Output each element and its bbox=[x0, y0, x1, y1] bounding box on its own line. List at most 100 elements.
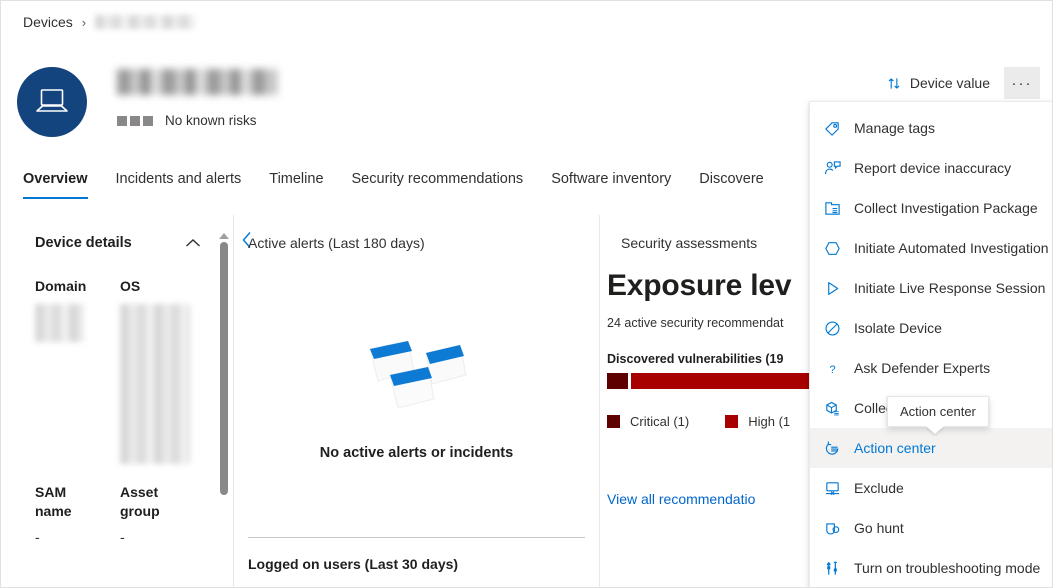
tab-software-inventory[interactable]: Software inventory bbox=[551, 171, 671, 199]
device-detail-domain: Domain bbox=[35, 277, 103, 469]
detail-value: - bbox=[35, 529, 103, 545]
risk-level-blocks-icon bbox=[117, 116, 153, 126]
device-header-meta: No known risks bbox=[117, 67, 277, 128]
tooltip-text: Action center bbox=[900, 404, 976, 419]
detail-label: SAM name bbox=[35, 483, 103, 521]
menu-item-label: Turn on troubleshooting mode bbox=[854, 560, 1040, 576]
tab-label: Incidents and alerts bbox=[116, 171, 242, 187]
person-feedback-icon bbox=[822, 160, 842, 177]
menu-item-ask-defender-experts[interactable]: ? Ask Defender Experts bbox=[810, 348, 1053, 388]
tab-label: Software inventory bbox=[551, 171, 671, 187]
device-details-header: Device details bbox=[35, 215, 201, 251]
action-center-icon bbox=[822, 440, 842, 457]
play-triangle-icon bbox=[822, 280, 842, 297]
laptop-icon bbox=[34, 87, 70, 117]
scroll-up-arrow-icon[interactable] bbox=[219, 233, 229, 239]
hexagon-icon bbox=[822, 240, 842, 257]
legend-swatch-critical bbox=[607, 415, 620, 428]
svg-text:?: ? bbox=[829, 363, 835, 375]
menu-item-turn-on-troubleshooting-mode[interactable]: Turn on troubleshooting mode bbox=[810, 548, 1053, 588]
block-circle-icon bbox=[822, 320, 842, 337]
detail-value-redacted bbox=[35, 304, 84, 342]
menu-item-label: Report device inaccuracy bbox=[854, 160, 1011, 176]
go-hunt-icon bbox=[822, 520, 842, 537]
device-page: Devices › No known risks bbox=[0, 0, 1053, 588]
package-icon bbox=[822, 400, 842, 417]
device-header: No known risks bbox=[17, 67, 277, 137]
breadcrumb-item-devices[interactable]: Devices bbox=[23, 14, 73, 30]
collect-package-icon bbox=[822, 200, 842, 217]
exclude-device-icon bbox=[822, 480, 842, 497]
tab-label: Timeline bbox=[269, 171, 323, 187]
tab-timeline[interactable]: Timeline bbox=[269, 171, 323, 199]
troubleshooting-icon bbox=[822, 560, 842, 577]
menu-item-initiate-automated-investigation[interactable]: Initiate Automated Investigation bbox=[810, 228, 1053, 268]
tab-list: Overview Incidents and alerts Timeline S… bbox=[23, 171, 792, 199]
menu-item-report-device-inaccuracy[interactable]: Report device inaccuracy bbox=[810, 148, 1053, 188]
more-actions-button[interactable]: ··· bbox=[1004, 67, 1040, 99]
detail-label: OS bbox=[120, 277, 188, 296]
breadcrumb-item-device-redacted[interactable] bbox=[95, 15, 195, 29]
device-details-title: Device details bbox=[35, 235, 132, 251]
device-actions-menu: Manage tags Report device inaccuracy Col… bbox=[809, 101, 1053, 588]
sort-arrows-icon bbox=[887, 76, 902, 91]
tab-discovered[interactable]: Discovere bbox=[699, 171, 763, 199]
tab-label: Overview bbox=[23, 171, 88, 187]
device-value-button[interactable]: Device value bbox=[879, 67, 998, 99]
menu-item-label: Initiate Automated Investigation bbox=[854, 240, 1049, 256]
vuln-bar-segment-critical bbox=[607, 373, 628, 389]
chevron-up-icon[interactable] bbox=[185, 238, 201, 248]
menu-item-label: Action center bbox=[854, 440, 936, 456]
menu-item-isolate-device[interactable]: Isolate Device bbox=[810, 308, 1053, 348]
detail-label: Domain bbox=[35, 277, 103, 296]
breadcrumb: Devices › bbox=[23, 14, 195, 30]
device-detail-os: OS bbox=[120, 277, 188, 469]
device-details-row-2: SAM name - Asset group - bbox=[35, 483, 188, 545]
device-risk-row: No known risks bbox=[117, 113, 277, 128]
detail-value-redacted bbox=[120, 304, 190, 464]
menu-item-label: Go hunt bbox=[854, 520, 904, 536]
tab-label: Discovere bbox=[699, 171, 763, 187]
menu-item-collect-investigation-package[interactable]: Collect Investigation Package bbox=[810, 188, 1053, 228]
menu-item-label: Collect Investigation Package bbox=[854, 200, 1038, 216]
tab-incidents-and-alerts[interactable]: Incidents and alerts bbox=[116, 171, 242, 199]
ellipsis-icon: ··· bbox=[1012, 76, 1033, 91]
device-avatar bbox=[17, 67, 87, 137]
device-details-panel: Device details Domain OS bbox=[1, 215, 234, 587]
device-detail-sam-name: SAM name - bbox=[35, 483, 103, 545]
device-detail-asset-group: Asset group - bbox=[120, 483, 188, 545]
menu-item-manage-tags[interactable]: Manage tags bbox=[810, 108, 1053, 148]
menu-item-action-center[interactable]: Action center bbox=[810, 428, 1053, 468]
legend-item-high: High (1 bbox=[725, 414, 790, 429]
menu-item-label: Isolate Device bbox=[854, 320, 942, 336]
logged-on-users-title: Logged on users (Last 30 days) bbox=[234, 538, 599, 572]
breadcrumb-separator-icon: › bbox=[82, 15, 86, 30]
device-name-redacted bbox=[117, 69, 277, 95]
detail-label: Asset group bbox=[120, 483, 188, 521]
device-details-row-1: Domain OS bbox=[35, 277, 201, 469]
menu-item-label: Exclude bbox=[854, 480, 904, 496]
active-alerts-empty-text: No active alerts or incidents bbox=[320, 445, 513, 461]
sidebar-scrollbar[interactable] bbox=[219, 233, 228, 585]
device-value-label: Device value bbox=[910, 75, 990, 91]
tab-security-recommendations[interactable]: Security recommendations bbox=[352, 171, 524, 199]
action-center-tooltip: Action center bbox=[887, 396, 989, 427]
active-alerts-empty-state: No active alerts or incidents bbox=[248, 251, 585, 538]
command-bar: Device value ··· bbox=[879, 67, 1040, 99]
legend-label: Critical (1) bbox=[630, 414, 689, 429]
legend-item-critical: Critical (1) bbox=[607, 414, 689, 429]
legend-swatch-high bbox=[725, 415, 738, 428]
menu-item-label: Manage tags bbox=[854, 120, 935, 136]
menu-item-exclude[interactable]: Exclude bbox=[810, 468, 1053, 508]
menu-item-label: Initiate Live Response Session bbox=[854, 280, 1045, 296]
menu-item-go-hunt[interactable]: Go hunt bbox=[810, 508, 1053, 548]
tag-icon bbox=[822, 120, 842, 137]
scrollbar-thumb[interactable] bbox=[220, 242, 228, 495]
tab-label: Security recommendations bbox=[352, 171, 524, 187]
menu-item-initiate-live-response-session[interactable]: Initiate Live Response Session bbox=[810, 268, 1053, 308]
menu-item-label: Ask Defender Experts bbox=[854, 360, 990, 376]
active-alerts-panel: Active alerts (Last 180 days) No active … bbox=[234, 215, 600, 587]
question-mark-icon: ? bbox=[822, 360, 842, 377]
active-alerts-title: Active alerts (Last 180 days) bbox=[234, 235, 599, 251]
tab-overview[interactable]: Overview bbox=[23, 171, 88, 199]
